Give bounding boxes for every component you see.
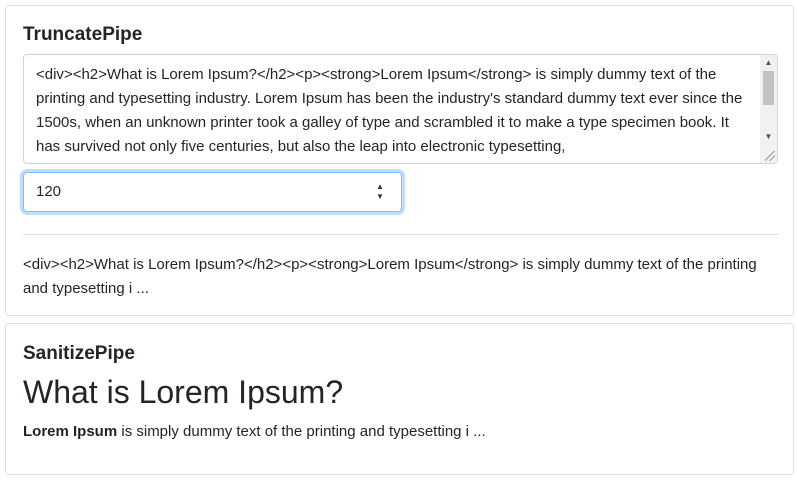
html-input-textarea[interactable]: <div><h2>What is Lorem Ipsum?</h2><p><st… bbox=[23, 54, 778, 164]
truncate-pipe-card: TruncatePipe <div><h2>What is Lorem Ipsu… bbox=[5, 5, 794, 316]
truncate-length-input[interactable]: 120 ▲ ▼ bbox=[23, 172, 402, 212]
sanitize-pipe-title: SanitizePipe bbox=[23, 343, 135, 364]
sanitized-strong-text: Lorem Ipsum bbox=[23, 423, 118, 440]
scroll-up-icon[interactable]: ▲ bbox=[760, 55, 777, 71]
scroll-down-icon[interactable]: ▼ bbox=[760, 129, 777, 145]
spinner-arrows-icon[interactable]: ▲ ▼ bbox=[373, 182, 387, 204]
sanitized-heading: What is Lorem Ipsum? bbox=[23, 374, 344, 410]
sanitized-paragraph: Lorem Ipsum is simply dummy text of the … bbox=[23, 420, 486, 444]
resize-grip-icon[interactable] bbox=[765, 151, 775, 161]
sanitized-paragraph-rest: is simply dummy text of the printing and… bbox=[117, 423, 486, 440]
truncate-pipe-title: TruncatePipe bbox=[23, 24, 143, 45]
textarea-scrollbar[interactable]: ▲ ▼ bbox=[760, 55, 777, 163]
textarea-text: <div><h2>What is Lorem Ipsum?</h2><p><st… bbox=[36, 66, 743, 155]
truncated-output: <div><h2>What is Lorem Ipsum?</h2><p><st… bbox=[23, 256, 757, 297]
sanitize-pipe-card: SanitizePipe What is Lorem Ipsum? Lorem … bbox=[5, 323, 794, 475]
scroll-thumb[interactable] bbox=[763, 71, 774, 105]
truncate-length-value: 120 bbox=[36, 183, 62, 200]
divider bbox=[23, 234, 778, 235]
